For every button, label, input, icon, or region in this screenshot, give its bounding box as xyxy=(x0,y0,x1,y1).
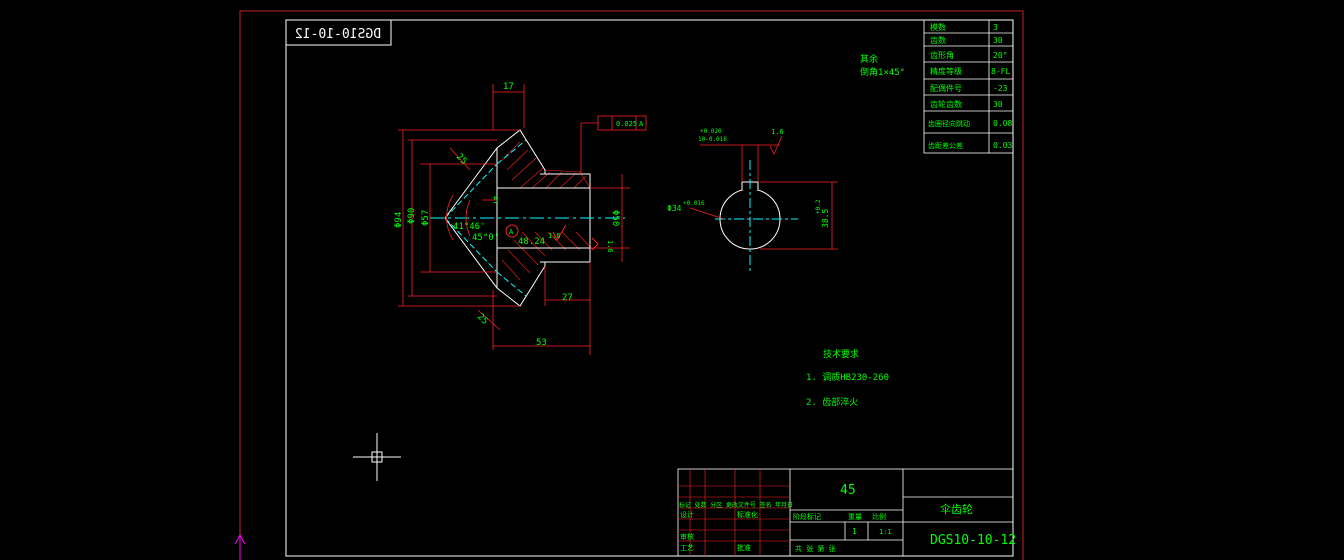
bore-tol: +0.016 xyxy=(683,200,705,207)
tb-approve: 批准 xyxy=(737,543,751,552)
tb-header-marks: 标记 处数 分区 更改文件号 签名 年月日 xyxy=(679,501,793,509)
dim-hub-len: 27 xyxy=(562,293,573,303)
gear-param-value: 30 xyxy=(993,100,1003,109)
tol-value: 0.025 xyxy=(616,120,637,128)
tb-material: 45 xyxy=(840,483,856,498)
tb-standard: 标准化 xyxy=(737,510,758,519)
gear-param-label: 齿圈径向跳动 xyxy=(928,119,970,128)
dim-d94: Φ94 xyxy=(394,212,404,228)
key-tol-top: +0.020 xyxy=(700,128,722,135)
tech-req-2: 2. 齿部淬火 xyxy=(806,396,858,408)
dim-d50: Φ50 xyxy=(610,210,620,226)
cad-drawing-canvas[interactable]: DGS10-10-12 17 Φ94 Φ90 Φ57 Φ50 5 41°46' … xyxy=(0,0,1344,560)
tb-scale: 1:1 xyxy=(879,528,892,536)
gear-param-value: 20° xyxy=(993,51,1007,60)
dim-cone-small: 5 xyxy=(493,196,498,206)
tb-sheets: 共 张 第 张 xyxy=(795,544,836,553)
dim-d90: Φ90 xyxy=(407,208,417,224)
key-tol-bot: 10-0.018 xyxy=(698,136,727,143)
tb-design: 设计 xyxy=(680,510,694,519)
gear-param-label: 齿距差公差 xyxy=(928,141,963,150)
gear-param-value: 8-FL xyxy=(991,67,1010,76)
tb-review: 审核 xyxy=(680,532,694,541)
tb-weight: 重量 xyxy=(848,513,862,521)
gear-param-label: 齿轮齿数 xyxy=(930,99,962,109)
keyway-tol: +0.2 xyxy=(815,199,822,214)
gear-param-label: 配偶件号 xyxy=(930,83,962,93)
tb-process: 工艺 xyxy=(680,544,694,552)
tb-stage-marks: 阶段标记 xyxy=(793,512,821,521)
note-remaining: 其余 xyxy=(860,53,878,65)
key-roughness-value: 1.6 xyxy=(771,128,784,136)
gear-param-value: 3 xyxy=(993,23,998,32)
tb-drawing-no: DGS10-10-12 xyxy=(930,533,1016,548)
gear-param-label: 齿数 xyxy=(930,35,946,45)
mirrored-id-text: DGS10-10-12 xyxy=(295,27,381,42)
roughness-face-value: 1.6 xyxy=(606,240,614,253)
gear-param-value: 0.03 xyxy=(993,141,1012,150)
tech-req-1: 1. 调质HB230-260 xyxy=(806,371,889,383)
tb-qty: 1 xyxy=(852,527,857,536)
dim-angle2: 45°0' xyxy=(472,233,499,243)
gear-param-value: 30 xyxy=(993,36,1003,45)
dim-top-width: 17 xyxy=(503,82,514,92)
dim-total-len: 53 xyxy=(536,338,547,348)
dim-48: 48.24 xyxy=(518,237,545,247)
note-chamfer: 倒角1×45° xyxy=(860,66,905,78)
tb-part-name: 伞齿轮 xyxy=(940,502,973,516)
gear-param-label: 齿形角 xyxy=(930,50,954,60)
roughness-bore-value: 1.6 xyxy=(548,232,561,240)
tech-req-title: 技术要求 xyxy=(823,348,859,360)
keyway-depth: 38.5 xyxy=(821,209,830,228)
gear-param-label: 模数 xyxy=(930,22,946,32)
bore-dim: Φ34 xyxy=(667,204,682,213)
gear-param-value: 0.08 xyxy=(993,119,1012,128)
dim-d57: Φ57 xyxy=(421,210,431,226)
gear-param-value: -23 xyxy=(993,84,1008,93)
gear-param-label: 精度等级 xyxy=(930,66,962,76)
dim-angle1: 41°46' xyxy=(453,222,486,232)
tb-ratio: 比例 xyxy=(872,512,886,521)
